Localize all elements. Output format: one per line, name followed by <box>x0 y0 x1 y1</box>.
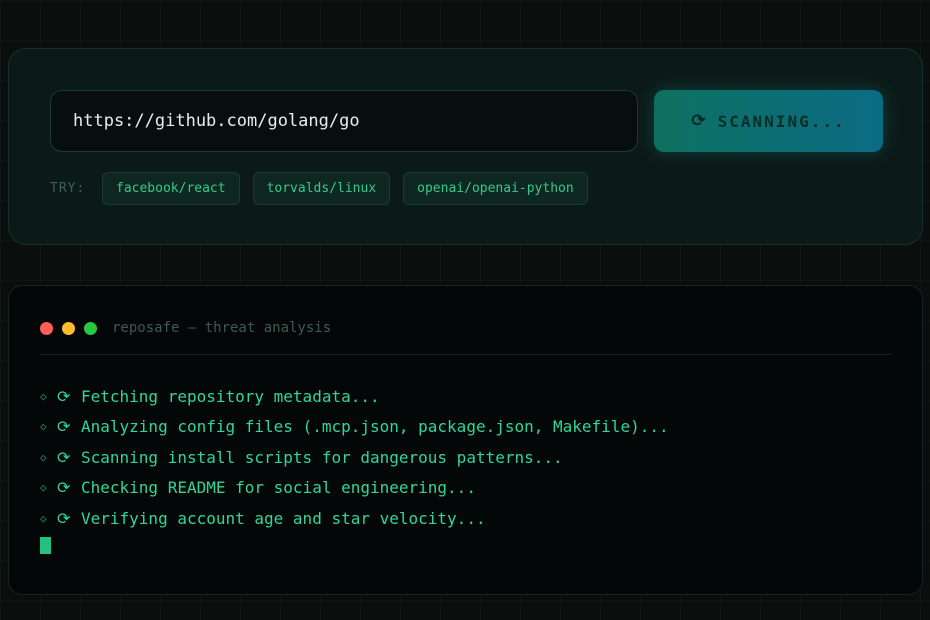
suggestion-chip-openai-python[interactable]: openai/openai-python <box>403 172 588 205</box>
log-line-text: Analyzing config files (.mcp.json, packa… <box>81 417 669 437</box>
log-line: ◇ ⟳ Verifying account age and star veloc… <box>40 503 669 534</box>
pending-bullet-icon: ◇ <box>40 511 47 525</box>
spinner-icon: ⟳ <box>691 111 708 131</box>
terminal-log: ◇ ⟳ Fetching repository metadata... ◇ ⟳ … <box>40 381 669 534</box>
spinner-icon: ⟳ <box>57 447 71 467</box>
log-line: ◇ ⟳ Checking README for social engineeri… <box>40 473 669 504</box>
log-line-text: Scanning install scripts for dangerous p… <box>81 447 563 467</box>
terminal-window: reposafe — threat analysis ◇ ⟳ Fetching … <box>8 285 923 595</box>
terminal-title: reposafe — threat analysis <box>112 320 332 336</box>
try-label: TRY: <box>50 181 86 196</box>
suggestions-row: TRY: facebook/react torvalds/linux opena… <box>50 172 588 205</box>
log-line-text: Verifying account age and star velocity.… <box>81 508 486 528</box>
spinner-icon: ⟳ <box>57 508 71 528</box>
pending-bullet-icon: ◇ <box>40 450 47 464</box>
terminal-divider <box>40 354 892 355</box>
spinner-icon: ⟳ <box>57 386 71 406</box>
spinner-icon: ⟳ <box>57 478 71 498</box>
spinner-icon: ⟳ <box>57 417 71 437</box>
scan-button-label: SCANNING... <box>717 111 846 131</box>
terminal-header: reposafe — threat analysis <box>40 320 331 336</box>
suggestion-chip-linux[interactable]: torvalds/linux <box>252 172 391 205</box>
pending-bullet-icon: ◇ <box>40 420 47 434</box>
log-line: ◇ ⟳ Fetching repository metadata... <box>40 381 669 412</box>
suggestion-chip-react[interactable]: facebook/react <box>102 172 240 205</box>
log-line-text: Fetching repository metadata... <box>81 386 380 406</box>
pending-bullet-icon: ◇ <box>40 389 47 403</box>
scan-panel: ⟳ SCANNING... TRY: facebook/react torval… <box>8 48 923 245</box>
scan-button[interactable]: ⟳ SCANNING... <box>654 90 883 152</box>
repo-url-input[interactable] <box>50 90 638 152</box>
close-dot-icon <box>40 321 53 335</box>
maximize-dot-icon <box>84 321 97 335</box>
pending-bullet-icon: ◇ <box>40 481 47 495</box>
log-line: ◇ ⟳ Scanning install scripts for dangero… <box>40 442 669 473</box>
log-line: ◇ ⟳ Analyzing config files (.mcp.json, p… <box>40 412 669 443</box>
minimize-dot-icon <box>62 321 75 335</box>
terminal-cursor <box>40 537 51 554</box>
log-line-text: Checking README for social engineering..… <box>81 478 476 498</box>
